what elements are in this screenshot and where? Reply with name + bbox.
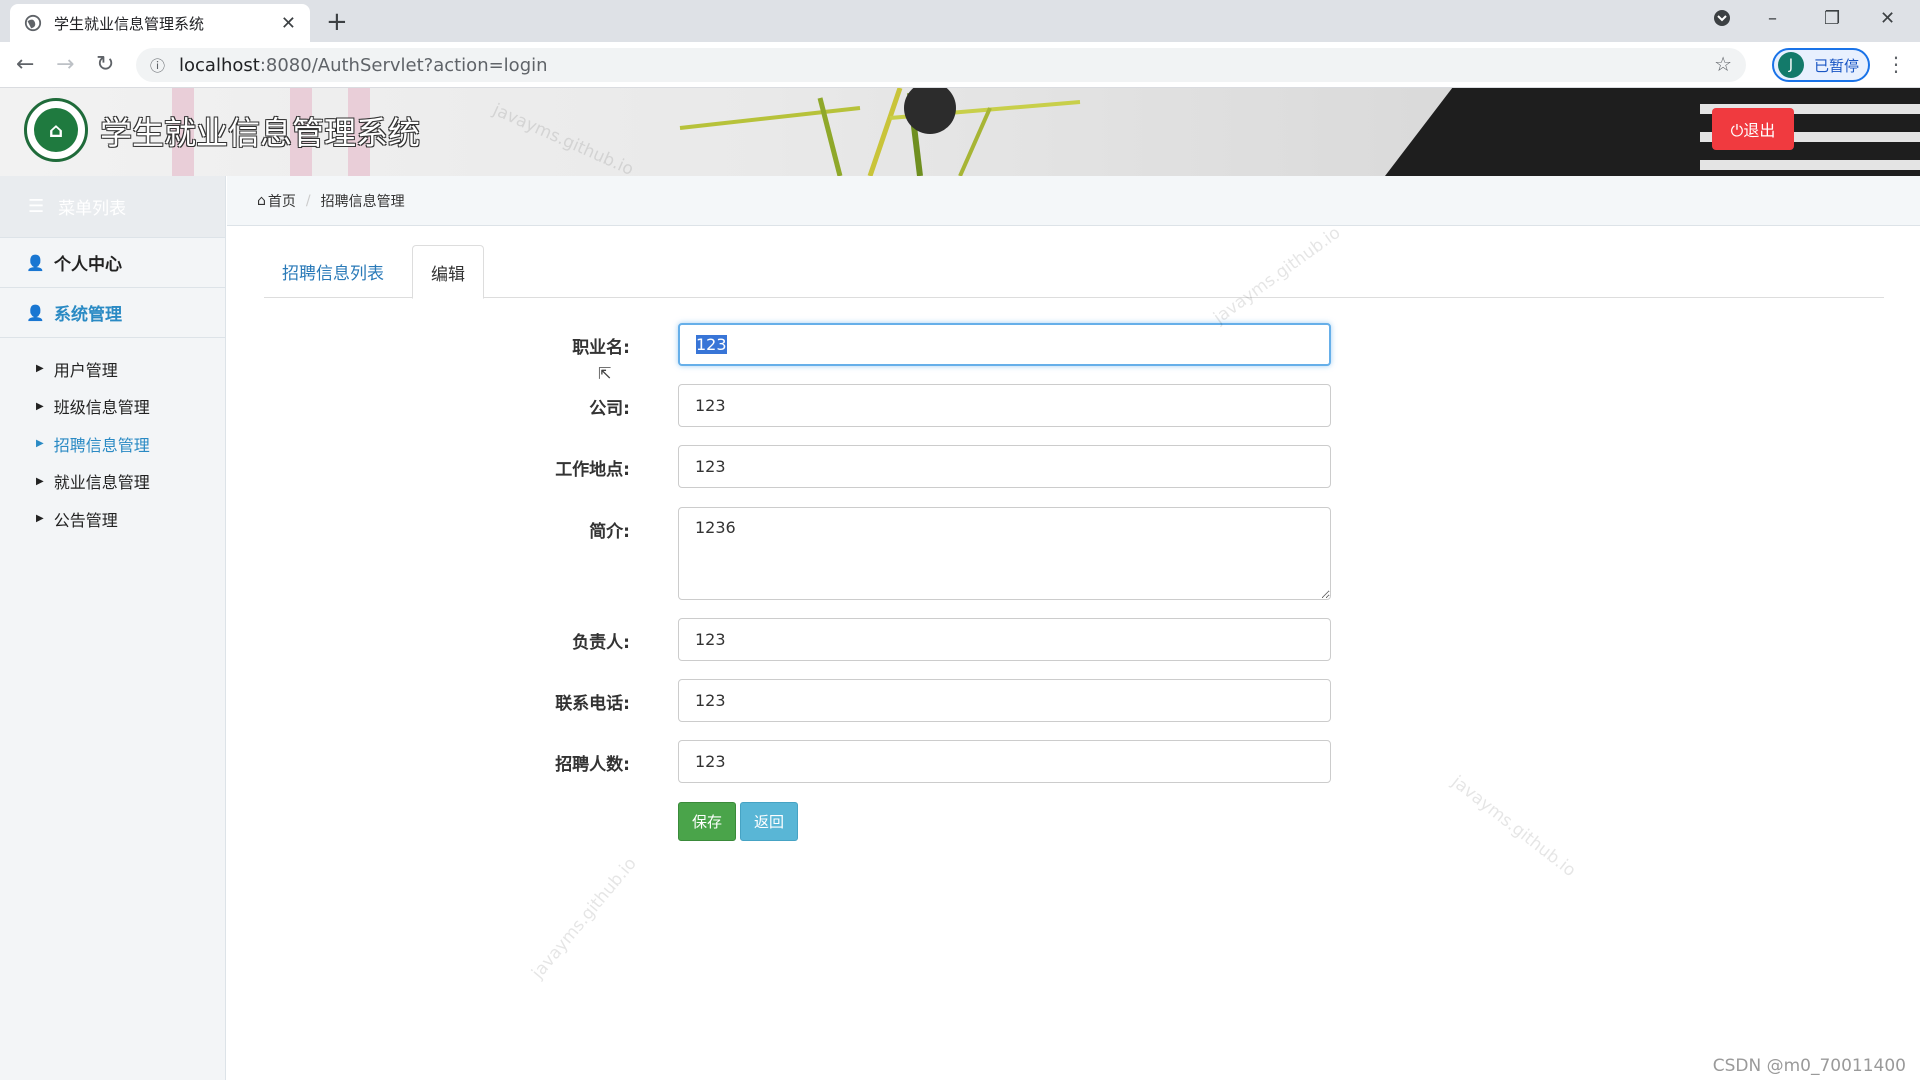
headcount-label: 招聘人数: xyxy=(555,755,630,775)
intro-label: 简介: xyxy=(589,522,630,542)
page-tabs: 招聘信息列表 编辑 xyxy=(264,245,1884,299)
sidebar-header: ☰ 菜单列表 xyxy=(0,176,225,238)
sidebar-item-label: 公告管理 xyxy=(53,510,118,530)
plant-decoration xyxy=(679,88,1081,176)
contact-input[interactable] xyxy=(678,618,1331,661)
back-button[interactable]: 返回 xyxy=(740,802,798,841)
breadcrumb-home[interactable]: 首页 xyxy=(268,191,296,211)
logout-button[interactable]: ⏻退出 xyxy=(1712,108,1794,150)
sidebar-submenu: ▶ 用户管理 ▶ 班级信息管理 ▶ 招聘信息管理 ▶ 就业信息管理 ▶ 公告管理 xyxy=(0,338,225,538)
user-icon: 👤 xyxy=(26,253,45,272)
profile-button[interactable]: J 已暂停 xyxy=(1772,48,1870,82)
globe-icon xyxy=(24,14,42,32)
caret-right-icon: ▶ xyxy=(36,363,44,375)
close-tab-icon[interactable]: ✕ xyxy=(281,13,296,34)
forward-arrow-icon[interactable]: → xyxy=(56,52,74,77)
tab-edit[interactable]: 编辑 xyxy=(412,245,484,299)
phone-label: 联系电话: xyxy=(555,694,630,714)
browser-tab-strip: 学生就业信息管理系统 ✕ + – ❐ ✕ xyxy=(0,0,1920,42)
caret-right-icon: ▶ xyxy=(36,475,44,487)
browser-tab-title: 学生就业信息管理系统 xyxy=(54,14,205,33)
breadcrumb-current: 招聘信息管理 xyxy=(320,193,405,210)
site-info-icon[interactable]: ⓘ xyxy=(150,55,165,76)
sidebar-section-label: 个人中心 xyxy=(54,255,122,275)
sidebar-item-notices[interactable]: ▶ 公告管理 xyxy=(0,500,225,538)
headcount-input[interactable] xyxy=(678,740,1331,783)
intro-textarea[interactable]: 1236 xyxy=(678,507,1331,600)
minimize-icon[interactable]: – xyxy=(1768,8,1777,29)
university-logo: ⌂ xyxy=(24,98,88,162)
job-name-input[interactable]: 123 xyxy=(678,323,1331,366)
sidebar-section-label: 系统管理 xyxy=(54,305,122,325)
company-label: 公司: xyxy=(589,399,630,419)
reload-icon[interactable]: ↻ xyxy=(96,52,114,77)
logo-emblem-icon: ⌂ xyxy=(34,108,78,152)
company-input[interactable] xyxy=(678,384,1331,427)
app-header: ⌂ 学生就业信息管理系统 ⏻退出 xyxy=(0,88,1920,176)
header-decoration xyxy=(1700,160,1920,170)
kebab-menu-icon[interactable]: ⋮ xyxy=(1886,52,1906,76)
sidebar-item-users[interactable]: ▶ 用户管理 xyxy=(0,350,225,388)
location-label: 工作地点: xyxy=(555,460,630,480)
url-text: localhost:8080/AuthServlet?action=login xyxy=(179,54,548,76)
tab-search-icon[interactable] xyxy=(1712,8,1732,33)
sidebar-item-label: 招聘信息管理 xyxy=(53,435,150,455)
sidebar-item-label: 就业信息管理 xyxy=(53,473,150,493)
caret-right-icon: ▶ xyxy=(36,400,44,412)
sidebar-item-employment[interactable]: ▶ 就业信息管理 xyxy=(0,463,225,501)
sidebar-item-label: 班级信息管理 xyxy=(53,398,150,418)
system-title: 学生就业信息管理系统 xyxy=(100,114,421,152)
avatar: J xyxy=(1778,52,1804,78)
sidebar-section-system[interactable]: 👤 系统管理 xyxy=(0,288,225,338)
browser-toolbar: ← → ↻ ⓘ localhost:8080/AuthServlet?actio… xyxy=(0,42,1920,88)
sidebar-section-personal[interactable]: 👤 个人中心 xyxy=(0,238,225,288)
sidebar: ☰ 菜单列表 👤 个人中心 👤 系统管理 ▶ 用户管理 ▶ 班级信息管理 ▶ 招… xyxy=(0,176,226,1080)
user-icon: 👤 xyxy=(26,303,45,322)
profile-status: 已暂停 xyxy=(1814,56,1860,75)
watermark: javayms.github.io xyxy=(1447,772,1580,882)
breadcrumb: ⌂ 首页 / 招聘信息管理 xyxy=(227,176,1920,226)
caret-right-icon: ▶ xyxy=(36,513,44,525)
tab-recruitment-list[interactable]: 招聘信息列表 xyxy=(264,245,402,298)
new-tab-button[interactable]: + xyxy=(326,7,348,37)
bookmark-star-icon[interactable]: ☆ xyxy=(1714,52,1732,76)
home-icon: ⌂ xyxy=(257,192,266,209)
sidebar-item-classes[interactable]: ▶ 班级信息管理 xyxy=(0,388,225,426)
close-window-icon[interactable]: ✕ xyxy=(1880,8,1895,29)
contact-label: 负责人: xyxy=(572,633,630,653)
address-bar[interactable]: ⓘ localhost:8080/AuthServlet?action=logi… xyxy=(136,48,1746,82)
job-name-label: 职业名: xyxy=(572,338,630,358)
list-icon: ☰ xyxy=(28,196,45,217)
location-input[interactable] xyxy=(678,445,1331,488)
watermark: javayms.github.io xyxy=(528,853,641,983)
restore-icon[interactable]: ❐ xyxy=(1824,8,1840,29)
sidebar-item-recruitment[interactable]: ▶ 招聘信息管理 xyxy=(0,425,225,463)
mouse-cursor-icon: ⇱ xyxy=(598,364,612,383)
sidebar-title: 菜单列表 xyxy=(58,199,127,219)
phone-input[interactable] xyxy=(678,679,1331,722)
caret-right-icon: ▶ xyxy=(36,438,44,450)
browser-tab[interactable]: 学生就业信息管理系统 ✕ xyxy=(10,4,310,42)
save-button[interactable]: 保存 xyxy=(678,802,736,841)
footer-credit: CSDN @m0_70011400 xyxy=(1712,1056,1906,1076)
breadcrumb-separator: / xyxy=(305,192,311,209)
job-name-value: 123 xyxy=(696,335,727,354)
back-arrow-icon[interactable]: ← xyxy=(16,52,34,77)
sidebar-item-label: 用户管理 xyxy=(53,360,118,380)
